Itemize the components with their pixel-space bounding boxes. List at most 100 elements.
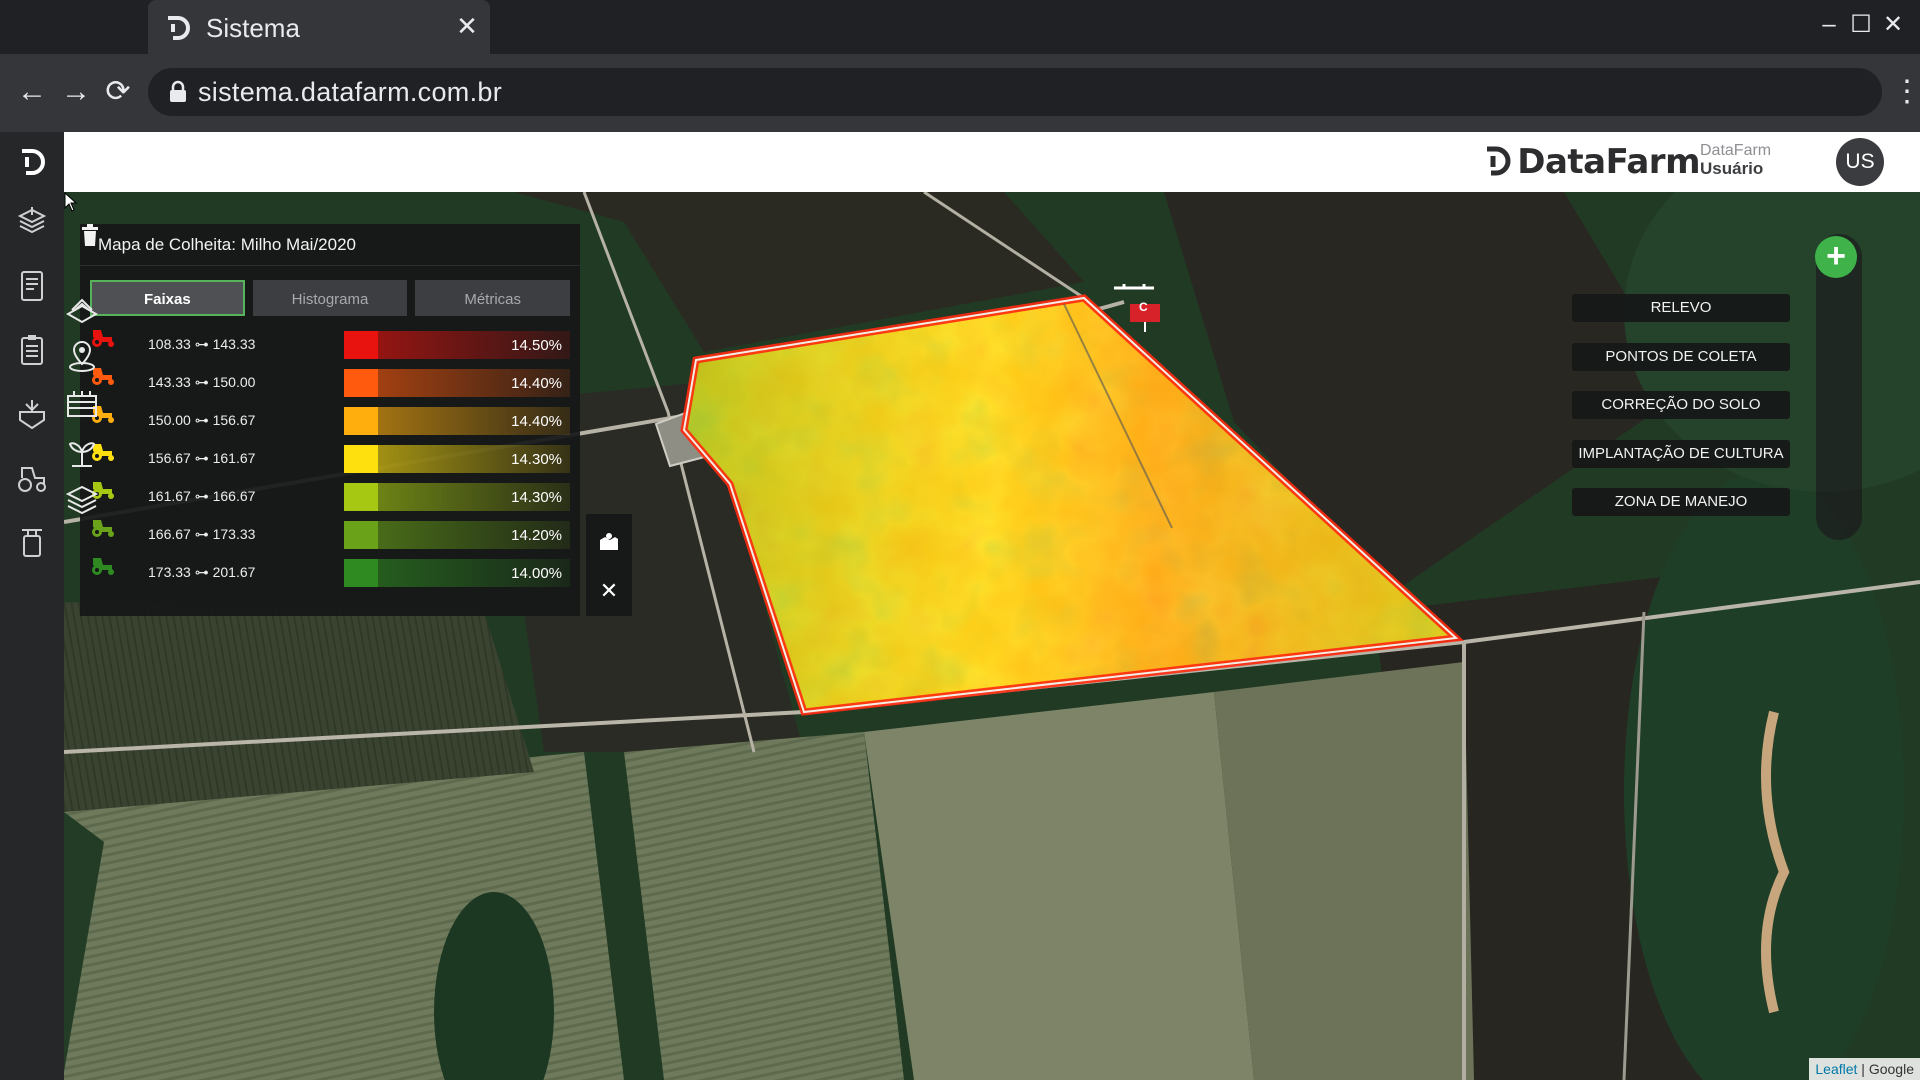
- layer-relevo[interactable]: RELEVO: [1572, 294, 1790, 322]
- forward-icon[interactable]: →: [56, 72, 96, 112]
- legend-bar: 14.50%: [344, 331, 570, 359]
- legend-range: 150.00 ⊶ 156.67: [148, 412, 256, 428]
- legend-range: 173.33 ⊶ 201.67: [148, 564, 256, 580]
- maximize-icon[interactable]: ☐: [1846, 10, 1876, 40]
- legend-range: 156.67 ⊶ 161.67: [148, 450, 256, 466]
- tractor-icon[interactable]: [14, 460, 50, 496]
- legend-range: 161.67 ⊶ 166.67: [148, 488, 256, 504]
- legend-bar: 14.30%: [344, 483, 570, 511]
- legend-swatch: [344, 407, 378, 435]
- legend-bar: 14.00%: [344, 559, 570, 587]
- legend-header: Mapa de Colheita: Milho Mai/2020: [80, 224, 580, 266]
- back-icon[interactable]: ←: [12, 72, 52, 112]
- legend-rows: 108.33 ⊶ 143.33 14.50% 143.33 ⊶ 150.00 14.4…: [90, 326, 570, 592]
- legend-range: 166.67 ⊶ 173.33: [148, 526, 256, 542]
- app-header: DataFarm DataFarm Usuário US: [64, 132, 1920, 192]
- minimize-icon[interactable]: –: [1814, 10, 1844, 40]
- tractor-icon: [92, 520, 114, 537]
- legend-bar: 14.40%: [344, 407, 570, 435]
- legend-swatch: [344, 445, 378, 473]
- legend-percentage: 14.40%: [511, 413, 562, 430]
- tab-faixas[interactable]: Faixas: [90, 280, 245, 316]
- layer-zona-de-manejo[interactable]: ZONA DE MANEJO: [1572, 488, 1790, 516]
- legend-percentage: 14.40%: [511, 375, 562, 392]
- legend-row[interactable]: 108.33 ⊶ 143.33 14.50%: [90, 326, 570, 364]
- legend-row[interactable]: 166.67 ⊶ 173.33 14.20%: [90, 516, 570, 554]
- crop-planting-icon[interactable]: [64, 434, 100, 470]
- url-text: sistema.datafarm.com.br: [198, 77, 502, 107]
- legend-row[interactable]: 173.33 ⊶ 201.67 14.00%: [90, 554, 570, 592]
- legend-swatch: [344, 483, 378, 511]
- legend-row[interactable]: 156.67 ⊶ 161.67 14.30%: [90, 440, 570, 478]
- legend-swatch: [344, 521, 378, 549]
- user-organization: DataFarm: [1700, 142, 1772, 159]
- legend-percentage: 14.20%: [511, 527, 562, 544]
- legend-percentage: 14.30%: [511, 451, 562, 468]
- management-zone-icon[interactable]: [64, 482, 100, 518]
- google-attribution: Google: [1868, 1061, 1914, 1077]
- browser-tab-strip: Sistema ✕ – ☐ ✕: [0, 0, 1920, 54]
- legend-percentage: 14.50%: [511, 337, 562, 354]
- tractor-icon: [92, 558, 114, 575]
- layer-rail: [1816, 234, 1862, 540]
- leaflet-link[interactable]: Leaflet: [1815, 1061, 1857, 1077]
- app-root: DataFarm DataFarm Usuário US C Mapa de C…: [0, 132, 1920, 1080]
- sampling-points-icon[interactable]: [64, 338, 100, 374]
- legend-swatch: [344, 331, 378, 359]
- legend-swatch: [344, 559, 378, 587]
- map-attribution: Leaflet | Google: [1809, 1058, 1920, 1080]
- tab-title: Sistema: [206, 13, 300, 43]
- legend-bar: 14.40%: [344, 369, 570, 397]
- clipboard-icon[interactable]: [14, 332, 50, 368]
- map-layers-icon[interactable]: [586, 518, 632, 564]
- harvest-icon[interactable]: [14, 396, 50, 432]
- legend-title: Mapa de Colheita: Milho Mai/2020: [98, 235, 356, 254]
- legend-swatch: [344, 369, 378, 397]
- mouse-cursor-icon: [64, 192, 78, 212]
- trash-icon[interactable]: [80, 224, 100, 246]
- legend-bar: 14.30%: [344, 445, 570, 473]
- legend-row[interactable]: 143.33 ⊶ 150.00 14.40%: [90, 364, 570, 402]
- layer-pontos-de-coleta[interactable]: PONTOS DE COLETA: [1572, 343, 1790, 371]
- legend-panel: Mapa de Colheita: Milho Mai/2020 Faixas …: [80, 224, 580, 616]
- window-close-icon[interactable]: ✕: [1878, 10, 1908, 40]
- legend-row[interactable]: 161.67 ⊶ 166.67 14.30%: [90, 478, 570, 516]
- legend-range: 108.33 ⊶ 143.33: [148, 336, 256, 352]
- legend-tabs: Faixas Histograma Métricas: [90, 280, 571, 316]
- map-canvas[interactable]: C Mapa de Colheita: Milho Mai/2020 Faixa…: [64, 192, 1920, 1080]
- marker-label: C: [1139, 300, 1148, 314]
- layer-implantacao-de-cultura[interactable]: IMPLANTAÇÃO DE CULTURA: [1572, 440, 1790, 468]
- legend-row[interactable]: 150.00 ⊶ 156.67 14.40%: [90, 402, 570, 440]
- sidebar: [0, 132, 64, 1080]
- brand-logo[interactable]: DataFarm: [1483, 142, 1700, 182]
- legend-percentage: 14.00%: [511, 565, 562, 582]
- field-layers-icon[interactable]: [14, 204, 50, 240]
- sprayer-icon[interactable]: [14, 524, 50, 560]
- datafarm-logo-icon[interactable]: [14, 144, 50, 180]
- datafarm-favicon-icon: [168, 16, 190, 40]
- report-icon[interactable]: [14, 268, 50, 304]
- add-layer-button[interactable]: +: [1815, 236, 1857, 278]
- close-icon[interactable]: ✕: [586, 568, 632, 614]
- tab-close-icon[interactable]: ✕: [454, 13, 480, 39]
- legend-range: 143.33 ⊶ 150.00: [148, 374, 256, 390]
- relief-icon[interactable]: [64, 290, 100, 326]
- user-name: Usuário: [1700, 159, 1764, 178]
- avatar[interactable]: US: [1836, 138, 1884, 186]
- legend-percentage: 14.30%: [511, 489, 562, 506]
- reload-icon[interactable]: ⟳: [98, 72, 138, 112]
- user-info[interactable]: DataFarm Usuário: [1700, 142, 1810, 178]
- brand-name: DataFarm: [1517, 142, 1700, 182]
- browser-tab[interactable]: Sistema ✕: [148, 0, 490, 54]
- tab-metricas[interactable]: Métricas: [415, 280, 571, 316]
- lock-icon: [170, 80, 186, 102]
- soil-correction-icon[interactable]: [64, 386, 100, 422]
- attribution-separator: |: [1857, 1061, 1869, 1077]
- brand-mark-icon: [1487, 146, 1511, 176]
- layer-correcao-do-solo[interactable]: CORREÇÃO DO SOLO: [1572, 391, 1790, 419]
- address-bar[interactable]: sistema.datafarm.com.br: [148, 68, 1882, 116]
- legend-side-tools: ✕: [586, 514, 632, 616]
- legend-bar: 14.20%: [344, 521, 570, 549]
- browser-menu-icon[interactable]: ⋮: [1892, 72, 1920, 112]
- tab-histograma[interactable]: Histograma: [252, 280, 408, 316]
